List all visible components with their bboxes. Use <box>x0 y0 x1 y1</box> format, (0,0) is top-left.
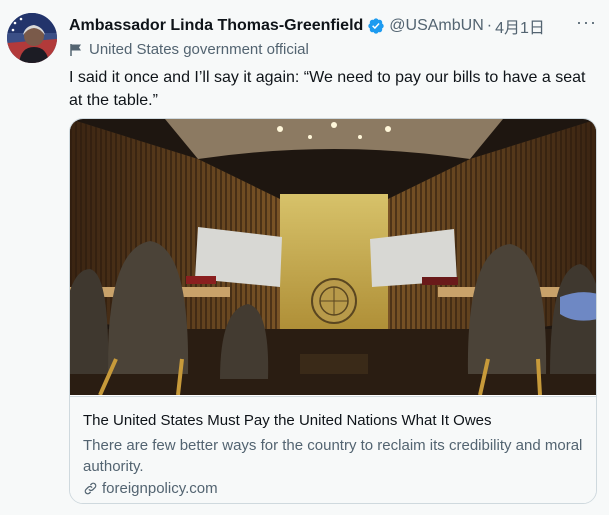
card-description: There are few better ways for the countr… <box>83 437 583 475</box>
more-icon[interactable]: ··· <box>576 12 597 33</box>
tweet-date[interactable]: 4月1日 <box>495 14 545 38</box>
government-label-text: United States government official <box>89 41 309 58</box>
card-domain[interactable]: foreignpolicy.com <box>83 480 218 497</box>
card-title[interactable]: The United States Must Pay the United Na… <box>83 412 492 429</box>
card-body[interactable]: The United States Must Pay the United Na… <box>70 396 596 503</box>
author-name[interactable]: Ambassador Linda Thomas-Greenfield <box>69 17 363 35</box>
verified-badge-icon <box>368 18 384 34</box>
card-image[interactable] <box>70 119 596 395</box>
flag-icon <box>70 43 81 56</box>
link-card[interactable]: The United States Must Pay the United Na… <box>69 118 597 504</box>
tweet-text: I said it once and I’ll say it again: “W… <box>69 69 586 109</box>
separator: · <box>486 17 493 34</box>
link-icon <box>84 482 97 495</box>
card-domain-text[interactable]: foreignpolicy.com <box>102 480 218 497</box>
tweet[interactable]: Ambassador Linda Thomas-Greenfield @USAm… <box>0 0 609 515</box>
government-label: United States government official <box>69 41 309 58</box>
author-handle[interactable]: @USAmbUN <box>389 17 483 35</box>
avatar[interactable] <box>7 13 57 63</box>
tweet-header: Ambassador Linda Thomas-Greenfield @USAm… <box>69 12 597 38</box>
